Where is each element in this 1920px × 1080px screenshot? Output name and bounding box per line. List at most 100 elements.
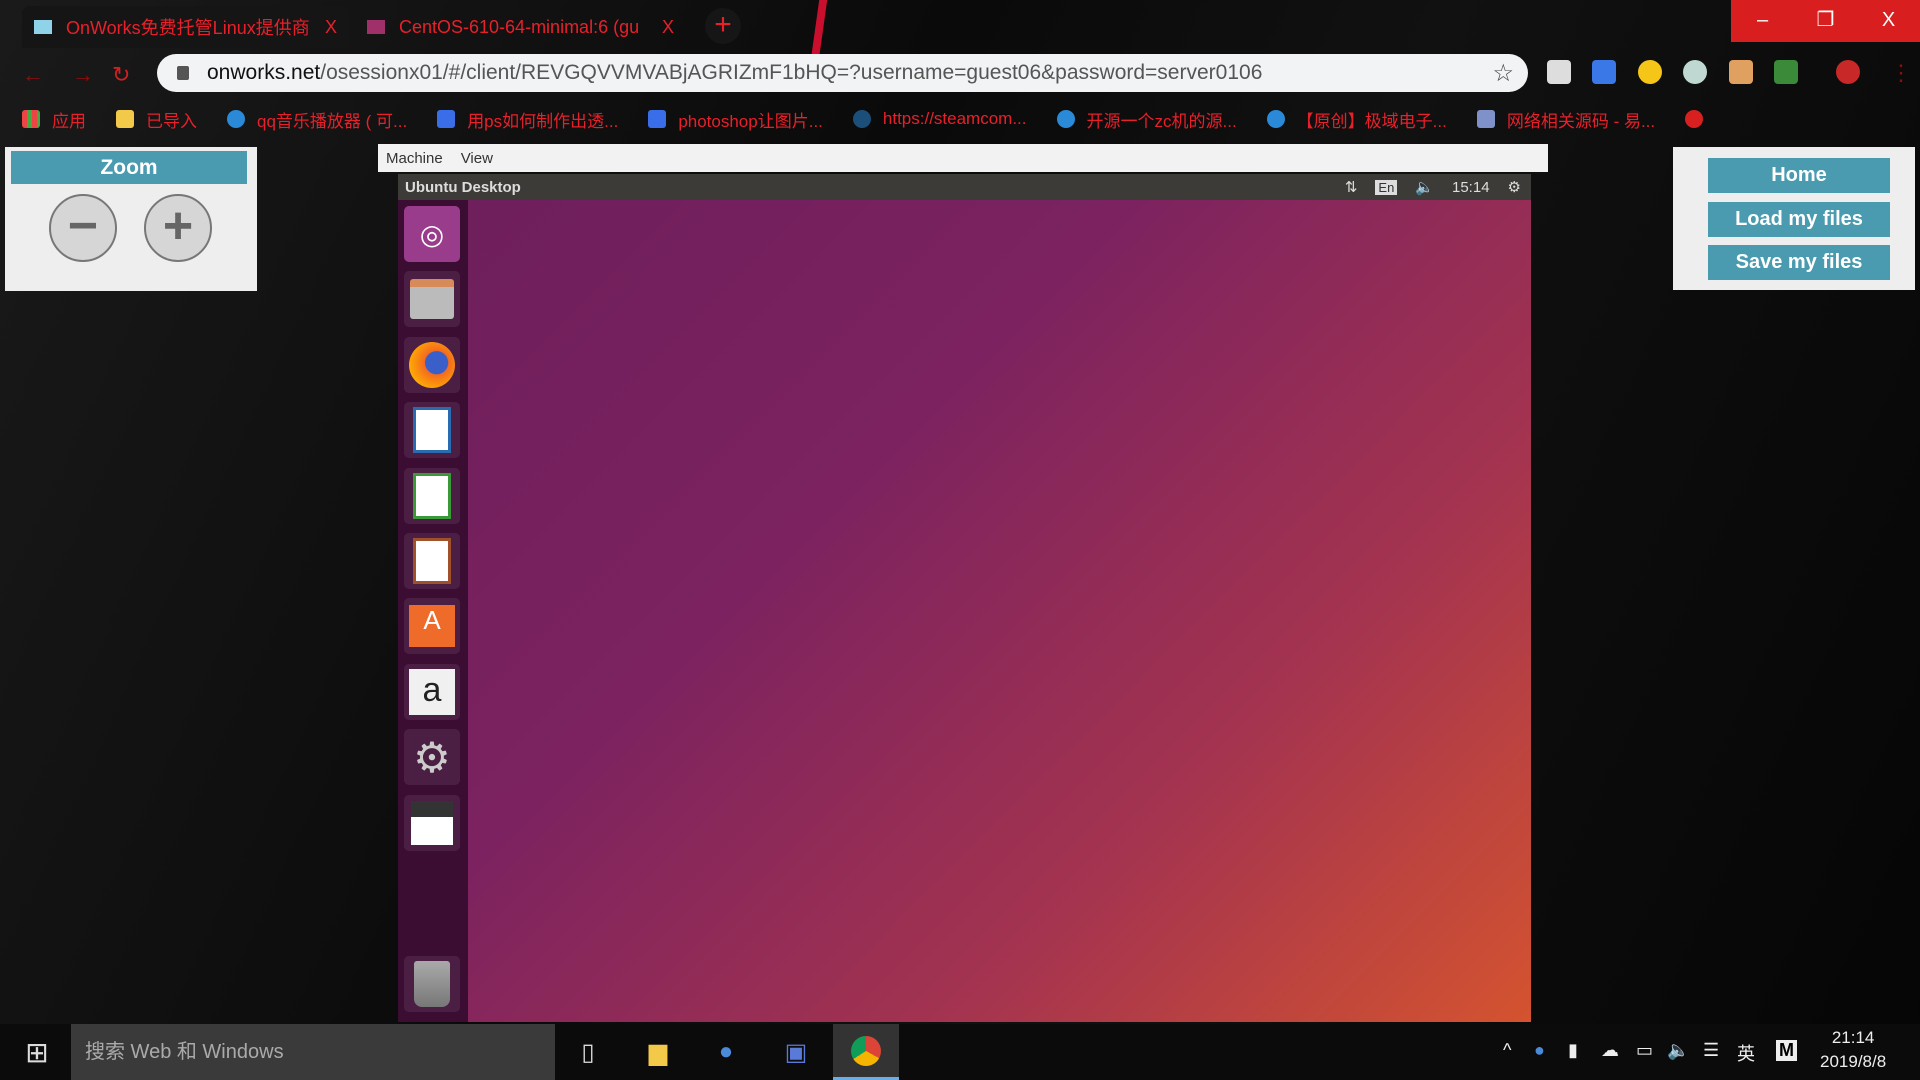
trash-icon[interactable] bbox=[404, 956, 460, 1012]
back-icon[interactable]: ← bbox=[22, 62, 44, 88]
amazon-icon[interactable]: a bbox=[404, 664, 460, 720]
extension-icon[interactable] bbox=[1729, 60, 1753, 84]
libreoffice-writer-icon[interactable] bbox=[404, 402, 460, 458]
taskbar-search[interactable]: 搜索 Web 和 Windows bbox=[71, 1024, 555, 1080]
gear-icon[interactable]: ⚙ bbox=[1508, 178, 1521, 196]
menu-machine[interactable]: Machine bbox=[386, 150, 443, 167]
file-explorer-icon[interactable]: ▆ bbox=[625, 1024, 691, 1080]
bookmark-label: 应用 bbox=[52, 111, 86, 131]
network-icon[interactable]: ⇅ bbox=[1345, 178, 1358, 196]
files-icon[interactable] bbox=[404, 271, 460, 327]
new-tab-button[interactable]: + bbox=[705, 8, 741, 44]
minimize-button[interactable]: – bbox=[1731, 0, 1794, 42]
action-center-icon[interactable]: ☰ bbox=[1703, 1040, 1719, 1061]
software-center-icon[interactable]: A bbox=[404, 598, 460, 654]
tab-title: OnWorks免费托管Linux提供商 bbox=[66, 18, 310, 38]
tab-onworks[interactable]: OnWorks免费托管Linux提供商 X bbox=[22, 6, 349, 48]
vm-menubar: Machine View bbox=[378, 144, 1548, 172]
bookmark-label: photoshop让图片... bbox=[678, 111, 823, 131]
steam-icon[interactable]: ● bbox=[693, 1024, 759, 1080]
bookmark-label: https://steamcom... bbox=[882, 109, 1027, 128]
libreoffice-impress-icon[interactable] bbox=[404, 533, 460, 589]
bookmark-folder[interactable]: 已导入 bbox=[116, 107, 197, 132]
baidu-icon bbox=[437, 110, 456, 128]
ubuntu-desktop[interactable] bbox=[468, 200, 1531, 1022]
save-files-button[interactable]: Save my files bbox=[1708, 245, 1890, 280]
bookmarks-bar: 应用 已导入 qq音乐播放器 ( 可... 用ps如何制作出透... photo… bbox=[22, 103, 1745, 135]
bookmark-item[interactable]: https://steamcom... bbox=[852, 109, 1027, 129]
baidu-icon bbox=[648, 110, 667, 128]
bookmark-label: 开源一个zc机的源... bbox=[1086, 111, 1237, 131]
bookmark-star-icon[interactable]: ☆ bbox=[1492, 59, 1514, 88]
m-tray-icon[interactable]: M bbox=[1776, 1040, 1797, 1061]
tab-close-icon[interactable]: X bbox=[325, 17, 337, 38]
url-host: onworks.net bbox=[207, 61, 321, 84]
extension-icon[interactable] bbox=[1836, 60, 1860, 84]
zoom-out-button[interactable]: − bbox=[49, 194, 117, 262]
bookmark-item[interactable]: 用ps如何制作出透... bbox=[437, 107, 618, 132]
volume-tray-icon[interactable]: 🔈 bbox=[1667, 1040, 1689, 1061]
onedrive-icon[interactable]: ☁ bbox=[1601, 1040, 1619, 1061]
system-clock[interactable]: 21:14 2019/8/8 bbox=[1820, 1026, 1886, 1074]
translate-icon[interactable] bbox=[1592, 60, 1616, 84]
tab-centos[interactable]: CentOS-610-64-minimal:6 (gu X bbox=[355, 6, 686, 48]
chrome-taskbar-icon[interactable] bbox=[833, 1024, 899, 1080]
bookmark-label: 用ps如何制作出透... bbox=[467, 111, 619, 131]
keyboard-layout[interactable]: En bbox=[1375, 179, 1398, 195]
zoom-title: Zoom bbox=[11, 151, 247, 184]
forward-icon[interactable]: → bbox=[72, 62, 94, 88]
extension-icon[interactable] bbox=[1683, 60, 1707, 84]
network-tray-icon[interactable]: ▭ bbox=[1636, 1040, 1653, 1061]
steam-icon bbox=[852, 110, 871, 128]
home-button[interactable]: Home bbox=[1708, 158, 1890, 193]
menu-view[interactable]: View bbox=[461, 150, 493, 167]
bookmark-label: 网络相关源码 - 易... bbox=[1506, 111, 1656, 131]
libreoffice-calc-icon[interactable] bbox=[404, 468, 460, 524]
bookmark-item[interactable]: 网络相关源码 - 易... bbox=[1476, 107, 1656, 132]
task-view-icon[interactable]: ▯ bbox=[555, 1024, 621, 1080]
bookmark-item[interactable]: 开源一个zc机的源... bbox=[1056, 107, 1237, 132]
ubuntu-title: Ubuntu Desktop bbox=[405, 178, 521, 196]
extension-icon[interactable] bbox=[1774, 60, 1798, 84]
ie-icon bbox=[1266, 110, 1285, 128]
bookmark-label: 【原创】极域电子... bbox=[1296, 111, 1447, 131]
windows-start-icon[interactable]: ⊞ bbox=[4, 1024, 70, 1080]
weibo-icon bbox=[1685, 110, 1704, 128]
menu-icon[interactable]: ⋮ bbox=[1890, 60, 1912, 86]
tray-expand-icon[interactable]: ^ bbox=[1503, 1040, 1511, 1061]
firefox-icon[interactable] bbox=[404, 337, 460, 393]
clock-date: 2019/8/8 bbox=[1820, 1052, 1887, 1071]
ubuntu-clock[interactable]: 15:14 bbox=[1452, 179, 1490, 196]
volume-icon[interactable]: 🔈 bbox=[1415, 178, 1434, 196]
battery-icon[interactable]: ▮ bbox=[1568, 1040, 1578, 1061]
network-app-icon[interactable]: ▣ bbox=[763, 1024, 829, 1080]
bookmark-item[interactable]: qq音乐播放器 ( 可... bbox=[227, 107, 407, 132]
address-bar[interactable]: onworks.net /osessionx01/#/client/REVGQV… bbox=[157, 54, 1528, 92]
extension-icon[interactable] bbox=[1638, 60, 1662, 84]
page-icon bbox=[1476, 110, 1495, 128]
bookmark-apps[interactable]: 应用 bbox=[22, 107, 86, 132]
folder-icon bbox=[116, 110, 134, 128]
ubuntu-dash-icon[interactable]: ◎ bbox=[404, 206, 460, 262]
system-settings-icon[interactable]: ⚙ bbox=[404, 729, 460, 785]
load-files-button[interactable]: Load my files bbox=[1708, 202, 1890, 237]
ie-icon bbox=[227, 110, 245, 128]
restore-button[interactable]: ❐ bbox=[1794, 0, 1857, 42]
ime-indicator[interactable]: 英 bbox=[1737, 1040, 1755, 1066]
reload-icon[interactable]: ↻ bbox=[112, 62, 130, 88]
bookmark-item[interactable] bbox=[1685, 110, 1715, 128]
steam-tray-icon[interactable]: ● bbox=[1534, 1040, 1545, 1061]
bookmark-item[interactable]: photoshop让图片... bbox=[648, 107, 823, 132]
close-button[interactable]: X bbox=[1857, 0, 1920, 42]
tab-favicon-icon bbox=[367, 20, 385, 34]
bookmark-item[interactable]: 【原创】极域电子... bbox=[1266, 107, 1447, 132]
lock-icon bbox=[177, 66, 189, 80]
tab-favicon-icon bbox=[34, 20, 52, 34]
extension-icon[interactable] bbox=[1547, 60, 1571, 84]
ubuntu-launcher: ◎ A a ⚙ bbox=[398, 200, 468, 1022]
save-disk-icon[interactable] bbox=[404, 795, 460, 851]
clock-time: 21:14 bbox=[1831, 1028, 1875, 1047]
url-path: /osessionx01/#/client/REVGQVVMVABjAGRIZm… bbox=[320, 61, 1263, 84]
tab-close-icon[interactable]: X bbox=[662, 17, 674, 38]
zoom-in-button[interactable]: + bbox=[144, 194, 212, 262]
